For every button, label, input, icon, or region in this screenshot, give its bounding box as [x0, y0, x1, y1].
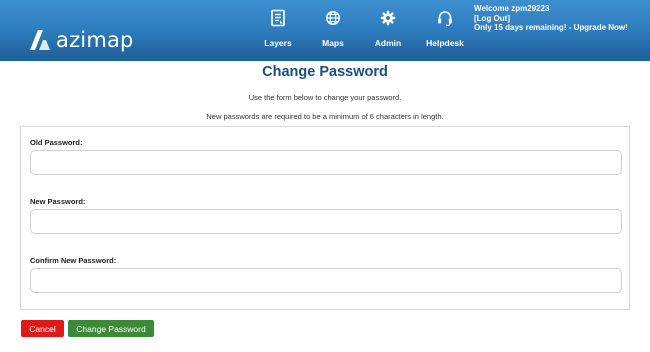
nav-maps[interactable]: Maps [308, 9, 358, 51]
user-info: Welcome zpm29223 [Log Out] Only 15 days … [474, 4, 628, 33]
nav-helpdesk-label: Helpdesk [426, 38, 464, 48]
nav-admin-label: Admin [374, 38, 402, 48]
new-password-label: New Password: [30, 197, 86, 206]
confirm-password-label: Confirm New Password: [30, 256, 117, 265]
azimap-logo[interactable]: azimap [30, 28, 134, 52]
gear-icon [380, 10, 396, 26]
azimap-logo-icon [30, 30, 50, 50]
logout-link[interactable]: [Log Out] [474, 14, 628, 24]
nav-maps-label: Maps [322, 38, 344, 48]
old-password-label: Old Password: [30, 138, 83, 147]
layers-icon [271, 9, 285, 27]
nav-helpdesk[interactable]: Helpdesk [420, 9, 470, 51]
old-password-input[interactable] [30, 150, 622, 175]
confirm-password-input[interactable] [30, 268, 622, 293]
nav-layers[interactable]: Layers [253, 9, 303, 51]
nav-layers-label: Layers [264, 38, 292, 48]
page-title: Change Password [262, 64, 388, 80]
new-password-input[interactable] [30, 209, 622, 234]
requirement-text: New passwords are required to be a minim… [206, 112, 444, 121]
headset-icon [438, 11, 452, 27]
welcome-text: Welcome zpm29223 [474, 4, 550, 13]
intro-text: Use the form below to change your passwo… [248, 93, 402, 102]
logo-text: azimap [56, 28, 134, 52]
globe-icon [325, 10, 341, 26]
upgrade-link[interactable]: Only 15 days remaining! - Upgrade Now! [474, 23, 628, 33]
nav-admin[interactable]: Admin [363, 9, 413, 51]
top-header: azimap Layers Maps Admin Helpdesk Welcom… [0, 0, 650, 61]
change-password-button[interactable]: Change Password [68, 320, 154, 337]
cancel-button[interactable]: Cancel [21, 320, 64, 337]
change-password-form: Old Password: New Password: Confirm New … [20, 126, 630, 310]
